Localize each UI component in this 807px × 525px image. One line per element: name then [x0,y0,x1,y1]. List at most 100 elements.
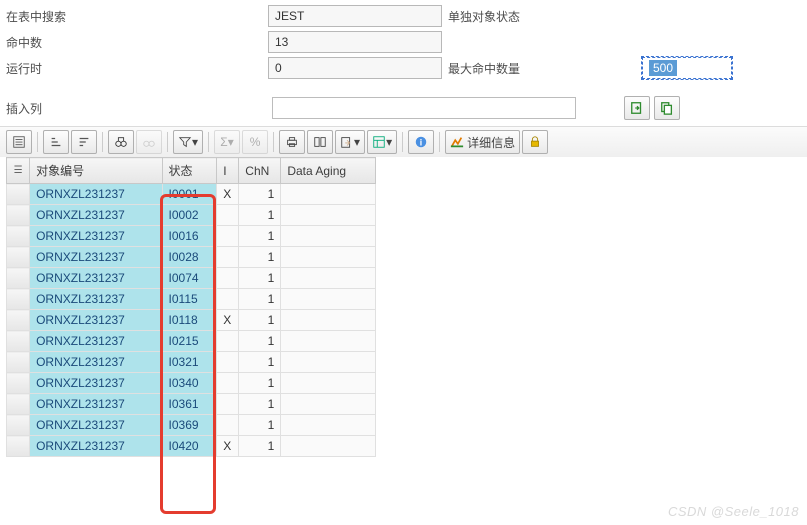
filter-button[interactable]: ▾ [173,130,203,154]
cell-chn[interactable]: 1 [239,310,281,331]
row-marker[interactable] [7,373,30,394]
cell-objnr[interactable]: ORNXZL231237 [30,226,162,247]
cell-data-aging[interactable] [281,394,376,415]
col-objnr[interactable]: 对象编号 [30,158,162,184]
cell-objnr[interactable]: ORNXZL231237 [30,331,162,352]
data-table[interactable]: ☰ 对象编号 状态 I ChN Data Aging ORNXZL231237I… [6,157,376,457]
cell-i[interactable]: X [217,184,239,205]
table-row[interactable]: ORNXZL231237I0118X1 [7,310,376,331]
sort-desc-button[interactable] [71,130,97,154]
cell-i[interactable] [217,247,239,268]
cell-chn[interactable]: 1 [239,394,281,415]
table-row[interactable]: ORNXZL231237I0002 1 [7,205,376,226]
cell-chn[interactable]: 1 [239,184,281,205]
insert-input[interactable] [272,97,576,119]
cell-status[interactable]: I0002 [162,205,217,226]
cell-status[interactable]: I0074 [162,268,217,289]
max-hits-input[interactable]: 500 [642,57,732,79]
cell-objnr[interactable]: ORNXZL231237 [30,394,162,415]
cell-data-aging[interactable] [281,289,376,310]
col-status[interactable]: 状态 [162,158,217,184]
col-i[interactable]: I [217,158,239,184]
cell-i[interactable] [217,394,239,415]
table-row[interactable]: ORNXZL231237I02151 [7,331,376,352]
row-marker[interactable] [7,394,30,415]
table-row[interactable]: ORNXZL231237I0340 1 [7,373,376,394]
cell-data-aging[interactable] [281,184,376,205]
cell-data-aging[interactable] [281,373,376,394]
row-marker[interactable] [7,436,30,457]
row-marker[interactable] [7,184,30,205]
cell-chn[interactable]: 1 [239,415,281,436]
cell-chn[interactable]: 1 [239,226,281,247]
cell-objnr[interactable]: ORNXZL231237 [30,352,162,373]
search-value-field[interactable]: JEST [268,5,442,27]
cell-status[interactable]: I0115 [162,289,217,310]
cell-status[interactable]: I0016 [162,226,217,247]
layout-button[interactable]: ▾ [367,130,397,154]
cell-data-aging[interactable] [281,436,376,457]
cell-data-aging[interactable] [281,415,376,436]
find-button[interactable] [108,130,134,154]
cell-status[interactable]: I0420 [162,436,217,457]
cell-data-aging[interactable] [281,247,376,268]
cell-data-aging[interactable] [281,205,376,226]
cell-status[interactable]: I0340 [162,373,217,394]
detail-info-button[interactable]: 详细信息 [445,130,520,154]
row-marker[interactable] [7,205,30,226]
cell-chn[interactable]: 1 [239,352,281,373]
cell-chn[interactable]: 1 [239,205,281,226]
row-marker[interactable] [7,310,30,331]
table-row[interactable]: ORNXZL231237I00281 [7,247,376,268]
cell-status[interactable]: I0321 [162,352,217,373]
duplicate-button[interactable] [654,96,680,120]
cell-objnr[interactable]: ORNXZL231237 [30,268,162,289]
cell-i[interactable] [217,205,239,226]
lock-button[interactable] [522,130,548,154]
cell-i[interactable] [217,415,239,436]
cell-data-aging[interactable] [281,310,376,331]
row-marker[interactable] [7,415,30,436]
cell-chn[interactable]: 1 [239,268,281,289]
export2-button[interactable]: ▾ [335,130,365,154]
table-row[interactable]: ORNXZL231237I0016 1 [7,226,376,247]
cell-objnr[interactable]: ORNXZL231237 [30,205,162,226]
cell-status[interactable]: I0028 [162,247,217,268]
cell-objnr[interactable]: ORNXZL231237 [30,184,162,205]
cell-chn[interactable]: 1 [239,331,281,352]
cell-data-aging[interactable] [281,352,376,373]
cell-i[interactable] [217,289,239,310]
table-row[interactable]: ORNXZL231237I0074 1 [7,268,376,289]
cell-chn[interactable]: 1 [239,436,281,457]
cell-i[interactable] [217,352,239,373]
row-marker[interactable] [7,268,30,289]
table-row[interactable]: ORNXZL231237I03691 [7,415,376,436]
table-row[interactable]: ORNXZL231237I0321 1 [7,352,376,373]
col-chn[interactable]: ChN [239,158,281,184]
table-row[interactable]: ORNXZL231237I0115 1 [7,289,376,310]
print-button[interactable] [279,130,305,154]
table-row[interactable]: ORNXZL231237I0420X1 [7,436,376,457]
cell-i[interactable]: X [217,436,239,457]
cell-i[interactable] [217,268,239,289]
cell-chn[interactable]: 1 [239,373,281,394]
cell-objnr[interactable]: ORNXZL231237 [30,289,162,310]
cell-status[interactable]: I0001 [162,184,217,205]
cell-objnr[interactable]: ORNXZL231237 [30,373,162,394]
cell-objnr[interactable]: ORNXZL231237 [30,310,162,331]
cell-objnr[interactable]: ORNXZL231237 [30,247,162,268]
row-marker[interactable] [7,331,30,352]
cell-status[interactable]: I0369 [162,415,217,436]
export-button[interactable] [624,96,650,120]
views-button[interactable] [307,130,333,154]
cell-chn[interactable]: 1 [239,289,281,310]
table-row[interactable]: ORNXZL231237I0001X1 [7,184,376,205]
info-button[interactable]: i [408,130,434,154]
cell-status[interactable]: I0361 [162,394,217,415]
cell-i[interactable] [217,226,239,247]
sort-asc-button[interactable] [43,130,69,154]
table-row[interactable]: ORNXZL231237I0361 1 [7,394,376,415]
cell-i[interactable] [217,331,239,352]
col-marker[interactable]: ☰ [7,158,30,184]
cell-status[interactable]: I0118 [162,310,217,331]
